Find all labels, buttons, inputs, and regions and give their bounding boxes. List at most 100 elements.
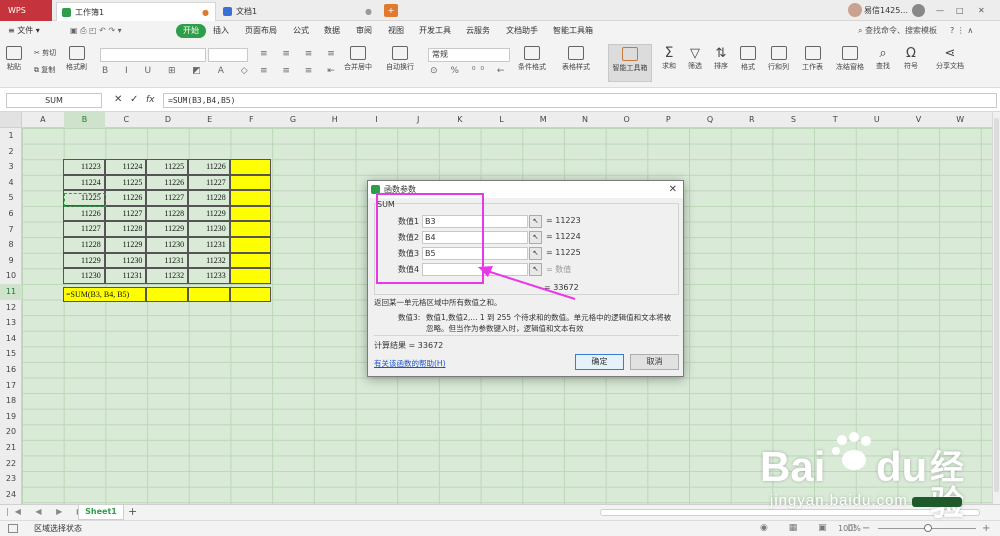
table-cell[interactable]: 11230: [188, 221, 230, 237]
formula-input[interactable]: =SUM(B3,B4,B5): [163, 93, 997, 108]
column-header-j[interactable]: J: [397, 112, 439, 128]
column-header-m[interactable]: M: [522, 112, 564, 128]
menu-item-data[interactable]: 数据: [324, 21, 340, 41]
table-cell[interactable]: 11231: [188, 237, 230, 253]
row-header-19[interactable]: 19: [0, 409, 22, 425]
table-cell[interactable]: 11231: [146, 252, 189, 269]
paste-button[interactable]: 粘贴: [6, 46, 22, 72]
row-header-16[interactable]: 16: [0, 362, 22, 378]
column-header-k[interactable]: K: [439, 112, 481, 128]
font-size-select[interactable]: [208, 48, 248, 62]
font-name-select[interactable]: [100, 48, 206, 62]
menu-item-dev-tools[interactable]: 开发工具: [419, 21, 451, 41]
quick-access-icons[interactable]: ▣ ⎙ ◰ ↶ ↷ ▾: [70, 25, 160, 37]
table-cell[interactable]: 11228: [104, 221, 147, 237]
table-cell[interactable]: 11224: [104, 159, 147, 175]
wps-app-button[interactable]: WPS: [0, 0, 52, 21]
table-cell-highlight[interactable]: [229, 237, 272, 253]
table-cell-highlight[interactable]: [229, 205, 272, 222]
column-header-l[interactable]: L: [481, 112, 523, 128]
smart-toolbox-button[interactable]: 智能工具箱: [608, 44, 652, 82]
table-cell[interactable]: 11227: [104, 205, 147, 222]
find-button[interactable]: ⌕ 查找: [876, 46, 890, 71]
menu-item-start[interactable]: 开始: [176, 24, 206, 38]
confirm-entry-icon[interactable]: ✓: [130, 93, 138, 107]
conditional-format-button[interactable]: 条件格式: [518, 46, 546, 72]
merge-center-button[interactable]: 合并居中: [344, 46, 372, 72]
filter-button[interactable]: ▽ 筛选: [688, 46, 702, 71]
table-cell[interactable]: 11227: [146, 190, 189, 206]
row-header-20[interactable]: 20: [0, 424, 22, 440]
column-header-a[interactable]: A: [22, 112, 64, 128]
row-header-4[interactable]: 4: [0, 175, 22, 191]
cancel-entry-icon[interactable]: ✕: [114, 93, 122, 107]
row-header-6[interactable]: 6: [0, 206, 22, 222]
column-header-i[interactable]: I: [356, 112, 398, 128]
table-cell-highlight[interactable]: [229, 252, 272, 269]
name-box[interactable]: SUM: [6, 93, 102, 108]
table-cell[interactable]: 11229: [104, 237, 147, 253]
table-cell[interactable]: 11227: [63, 221, 105, 237]
table-cell[interactable]: 11228: [146, 205, 189, 222]
maximize-icon[interactable]: □: [956, 0, 964, 21]
row-header-5[interactable]: 5: [0, 190, 22, 206]
column-header-n[interactable]: N: [564, 112, 606, 128]
table-style-button[interactable]: 表格样式: [562, 46, 590, 72]
menu-item-cloud[interactable]: 云服务: [466, 21, 490, 41]
worksheet-button[interactable]: 工作表: [802, 46, 823, 72]
row-header-13[interactable]: 13: [0, 315, 22, 331]
symbol-button[interactable]: Ω 符号: [904, 46, 918, 71]
column-header-h[interactable]: H: [314, 112, 356, 128]
row-header-15[interactable]: 15: [0, 346, 22, 362]
menu-item-view[interactable]: 视图: [388, 21, 404, 41]
insert-function-icon[interactable]: fx: [146, 93, 155, 107]
table-cell[interactable]: 11233: [188, 268, 230, 284]
select-all-corner[interactable]: [0, 112, 22, 128]
command-search[interactable]: ⌕ 查找命令、搜索模板: [858, 21, 937, 41]
table-cell[interactable]: 11224: [63, 174, 105, 191]
share-button[interactable]: ⋖ 分享文档: [936, 46, 964, 71]
format-button[interactable]: 格式: [740, 46, 756, 72]
number-format-icons[interactable]: ⊙ % ⁰⁰ ←: [430, 66, 509, 76]
table-cell[interactable]: 11228: [63, 237, 105, 253]
column-header-p[interactable]: P: [648, 112, 690, 128]
new-tab-icon[interactable]: +: [384, 4, 398, 17]
column-header-b[interactable]: B: [63, 112, 106, 128]
vertical-scrollbar[interactable]: [992, 112, 1000, 504]
column-header-c[interactable]: C: [105, 112, 147, 128]
sheet-tab-sheet1[interactable]: Sheet1: [78, 505, 124, 520]
column-header-t[interactable]: T: [814, 112, 856, 128]
table-cell-highlight[interactable]: [229, 268, 272, 284]
column-header-g[interactable]: G: [272, 112, 314, 128]
table-cell[interactable]: 11232: [188, 252, 230, 269]
align-icons[interactable]: ≡ ≡ ≡ ≡: [260, 49, 341, 59]
number-format-select[interactable]: 常规: [428, 48, 510, 62]
help-icon[interactable]: ? ⋮ ∧: [950, 21, 973, 41]
cell-e11[interactable]: [188, 286, 230, 303]
table-cell[interactable]: 11229: [146, 221, 189, 237]
cut-button[interactable]: ✂ 剪切: [34, 48, 56, 58]
row-header-18[interactable]: 18: [0, 393, 22, 409]
horizontal-scrollbar[interactable]: [600, 509, 980, 516]
table-cell-highlight[interactable]: [229, 190, 272, 206]
menu-item-smart-toolbox[interactable]: 智能工具箱: [553, 21, 593, 41]
row-header-10[interactable]: 10: [0, 268, 22, 284]
cell-d11[interactable]: [146, 286, 189, 303]
table-cell[interactable]: 11229: [188, 205, 230, 222]
row-header-11[interactable]: 11: [0, 284, 22, 300]
column-header-e[interactable]: E: [189, 112, 231, 128]
row-header-8[interactable]: 8: [0, 237, 22, 253]
row-header-23[interactable]: 23: [0, 471, 22, 487]
tab-document[interactable]: 文档1 ●: [218, 2, 378, 21]
dialog-close-icon[interactable]: ✕: [669, 181, 677, 198]
row-header-12[interactable]: 12: [0, 300, 22, 316]
table-cell-highlight[interactable]: [229, 159, 272, 175]
table-cell[interactable]: 11230: [63, 268, 105, 284]
sort-button[interactable]: ⇅ 排序: [714, 46, 728, 71]
row-header-24[interactable]: 24: [0, 487, 22, 503]
table-cell[interactable]: 11230: [146, 237, 189, 253]
table-cell[interactable]: 11226: [188, 159, 230, 175]
zoom-in-icon[interactable]: +: [982, 521, 990, 536]
table-cell[interactable]: 11227: [188, 174, 230, 191]
tab-close-icon[interactable]: ●: [365, 2, 372, 21]
